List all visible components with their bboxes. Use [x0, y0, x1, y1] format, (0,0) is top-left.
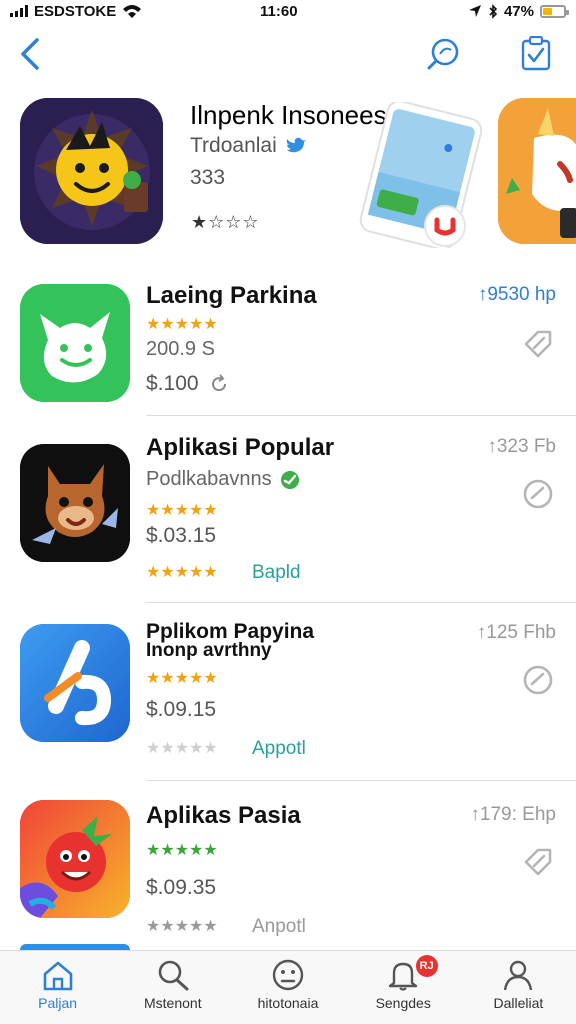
app-subtitle: Podlkabavnns — [146, 468, 300, 491]
tab-search[interactable]: Mstenont — [115, 951, 230, 1024]
featured-screenshot[interactable] — [345, 100, 495, 251]
app-icon — [20, 284, 130, 402]
app-name-line2: Inonp avrthny — [146, 640, 272, 661]
get-button[interactable] — [522, 844, 554, 876]
list-item[interactable]: Pplikom Papyina Inonp avrthny ★★★★★ $.09… — [0, 620, 576, 800]
app-price: $.03.15 — [146, 524, 217, 547]
verified-badge-icon — [280, 470, 299, 489]
featured-rating: ★☆☆☆ — [191, 212, 260, 232]
app-name: Laeing Parkina — [146, 282, 317, 309]
clipboard-check-icon — [521, 36, 551, 71]
app-price: $.09.35 — [146, 876, 217, 899]
featured-developer-label: Trdoanlai — [190, 134, 277, 157]
secondary-rating: ★★★★★ — [146, 562, 218, 582]
app-subtitle: 200.9 S — [146, 338, 215, 360]
app-size: ↑179: Ehp — [470, 804, 556, 825]
status-left: ESDSTOKE — [10, 3, 142, 20]
app-link[interactable]: Appotl — [252, 738, 306, 760]
featured-developer: Trdoanlai — [190, 134, 307, 158]
carrier-label: ESDSTOKE — [34, 2, 117, 20]
star-rating: ★★★★★ — [146, 842, 218, 859]
search-icon — [158, 960, 189, 991]
battery-percent: 47% — [503, 2, 534, 20]
star-rating: ★★★★★ — [146, 316, 218, 333]
app-icon — [20, 444, 130, 562]
tab-label: Dalleliat — [493, 995, 544, 1011]
battery-icon — [540, 4, 569, 18]
featured-app-icon — [20, 98, 163, 244]
app-name: Aplikas Pasia — [146, 802, 301, 829]
divider — [146, 602, 576, 603]
tag-icon — [524, 330, 552, 358]
tab-label: Mstenont — [144, 995, 202, 1011]
tab-profile-face[interactable]: hitotonaia — [230, 951, 345, 1024]
person-icon — [504, 960, 533, 991]
divider — [146, 780, 576, 781]
app-size: ↑323 Fb — [487, 436, 556, 457]
featured-count: 333 — [190, 166, 226, 189]
app-price: $.09.15 — [146, 698, 217, 721]
face-icon — [272, 959, 304, 991]
status-time: 11:60 — [260, 2, 298, 20]
secondary-rating: ★★★★★ — [146, 740, 218, 757]
get-button[interactable] — [522, 326, 554, 358]
tab-label: hitotonaia — [257, 995, 319, 1011]
wifi-icon — [123, 5, 142, 18]
search-button[interactable] — [424, 34, 464, 74]
tab-home[interactable]: Paljan — [0, 951, 115, 1024]
get-button[interactable] — [522, 664, 554, 696]
refresh-icon — [211, 374, 226, 392]
tab-label: Paljan — [38, 995, 78, 1011]
search-icon — [427, 38, 459, 70]
app-size: ↑9530 hp — [477, 284, 556, 305]
bluetooth-icon — [489, 3, 498, 19]
house-icon — [43, 961, 72, 991]
back-button[interactable] — [10, 34, 50, 74]
notification-badge: RJ — [415, 955, 438, 977]
get-button[interactable] — [522, 478, 554, 510]
chevron-left-icon — [21, 38, 39, 70]
tab-bar: Paljan Mstenont hitotonaia RJ Sengdes Da… — [0, 950, 576, 1024]
status-bar: ESDSTOKE 11:60 47% — [0, 0, 576, 22]
tab-account[interactable]: Dalleliat — [461, 951, 576, 1024]
bird-icon — [286, 137, 306, 153]
tag-icon — [523, 665, 553, 695]
app-price-label: $.100 — [146, 372, 199, 395]
app-price: $.100 — [146, 372, 229, 396]
signal-icon — [10, 5, 28, 17]
app-name: Aplikasi Popular — [146, 434, 335, 461]
tab-notifications[interactable]: RJ Sengdes — [346, 951, 461, 1024]
divider — [146, 415, 576, 416]
app-size: ↑125 Fhb — [476, 622, 556, 643]
tag-icon — [523, 479, 553, 509]
star-rating: ★★★★★ — [146, 670, 218, 687]
featured-next-card[interactable] — [498, 98, 576, 244]
tag-icon — [524, 848, 552, 876]
clipboard-button[interactable] — [516, 34, 556, 74]
secondary-rating: ★★★★★ — [146, 918, 218, 935]
list-item[interactable]: Aplikasi Popular Podlkabavnns ★★★★★ $.03… — [0, 434, 576, 614]
app-link[interactable]: Bapld — [252, 562, 301, 584]
tab-label: Sengdes — [375, 995, 431, 1011]
app-subtitle-label: Podlkabavnns — [146, 468, 272, 490]
secondary-rating-stars: ★★★★★ — [146, 564, 218, 581]
status-right: 47% — [468, 2, 569, 20]
nav-bar — [0, 28, 576, 80]
app-icon — [20, 800, 130, 918]
featured-app[interactable]: Ilnpenk Insoneesam Trdoanlai 333 ★☆☆☆ — [0, 96, 576, 256]
star-rating: ★★★★★ — [146, 502, 218, 519]
app-link[interactable]: Anpotl — [252, 916, 306, 938]
location-icon — [468, 5, 481, 17]
app-icon — [20, 624, 130, 742]
